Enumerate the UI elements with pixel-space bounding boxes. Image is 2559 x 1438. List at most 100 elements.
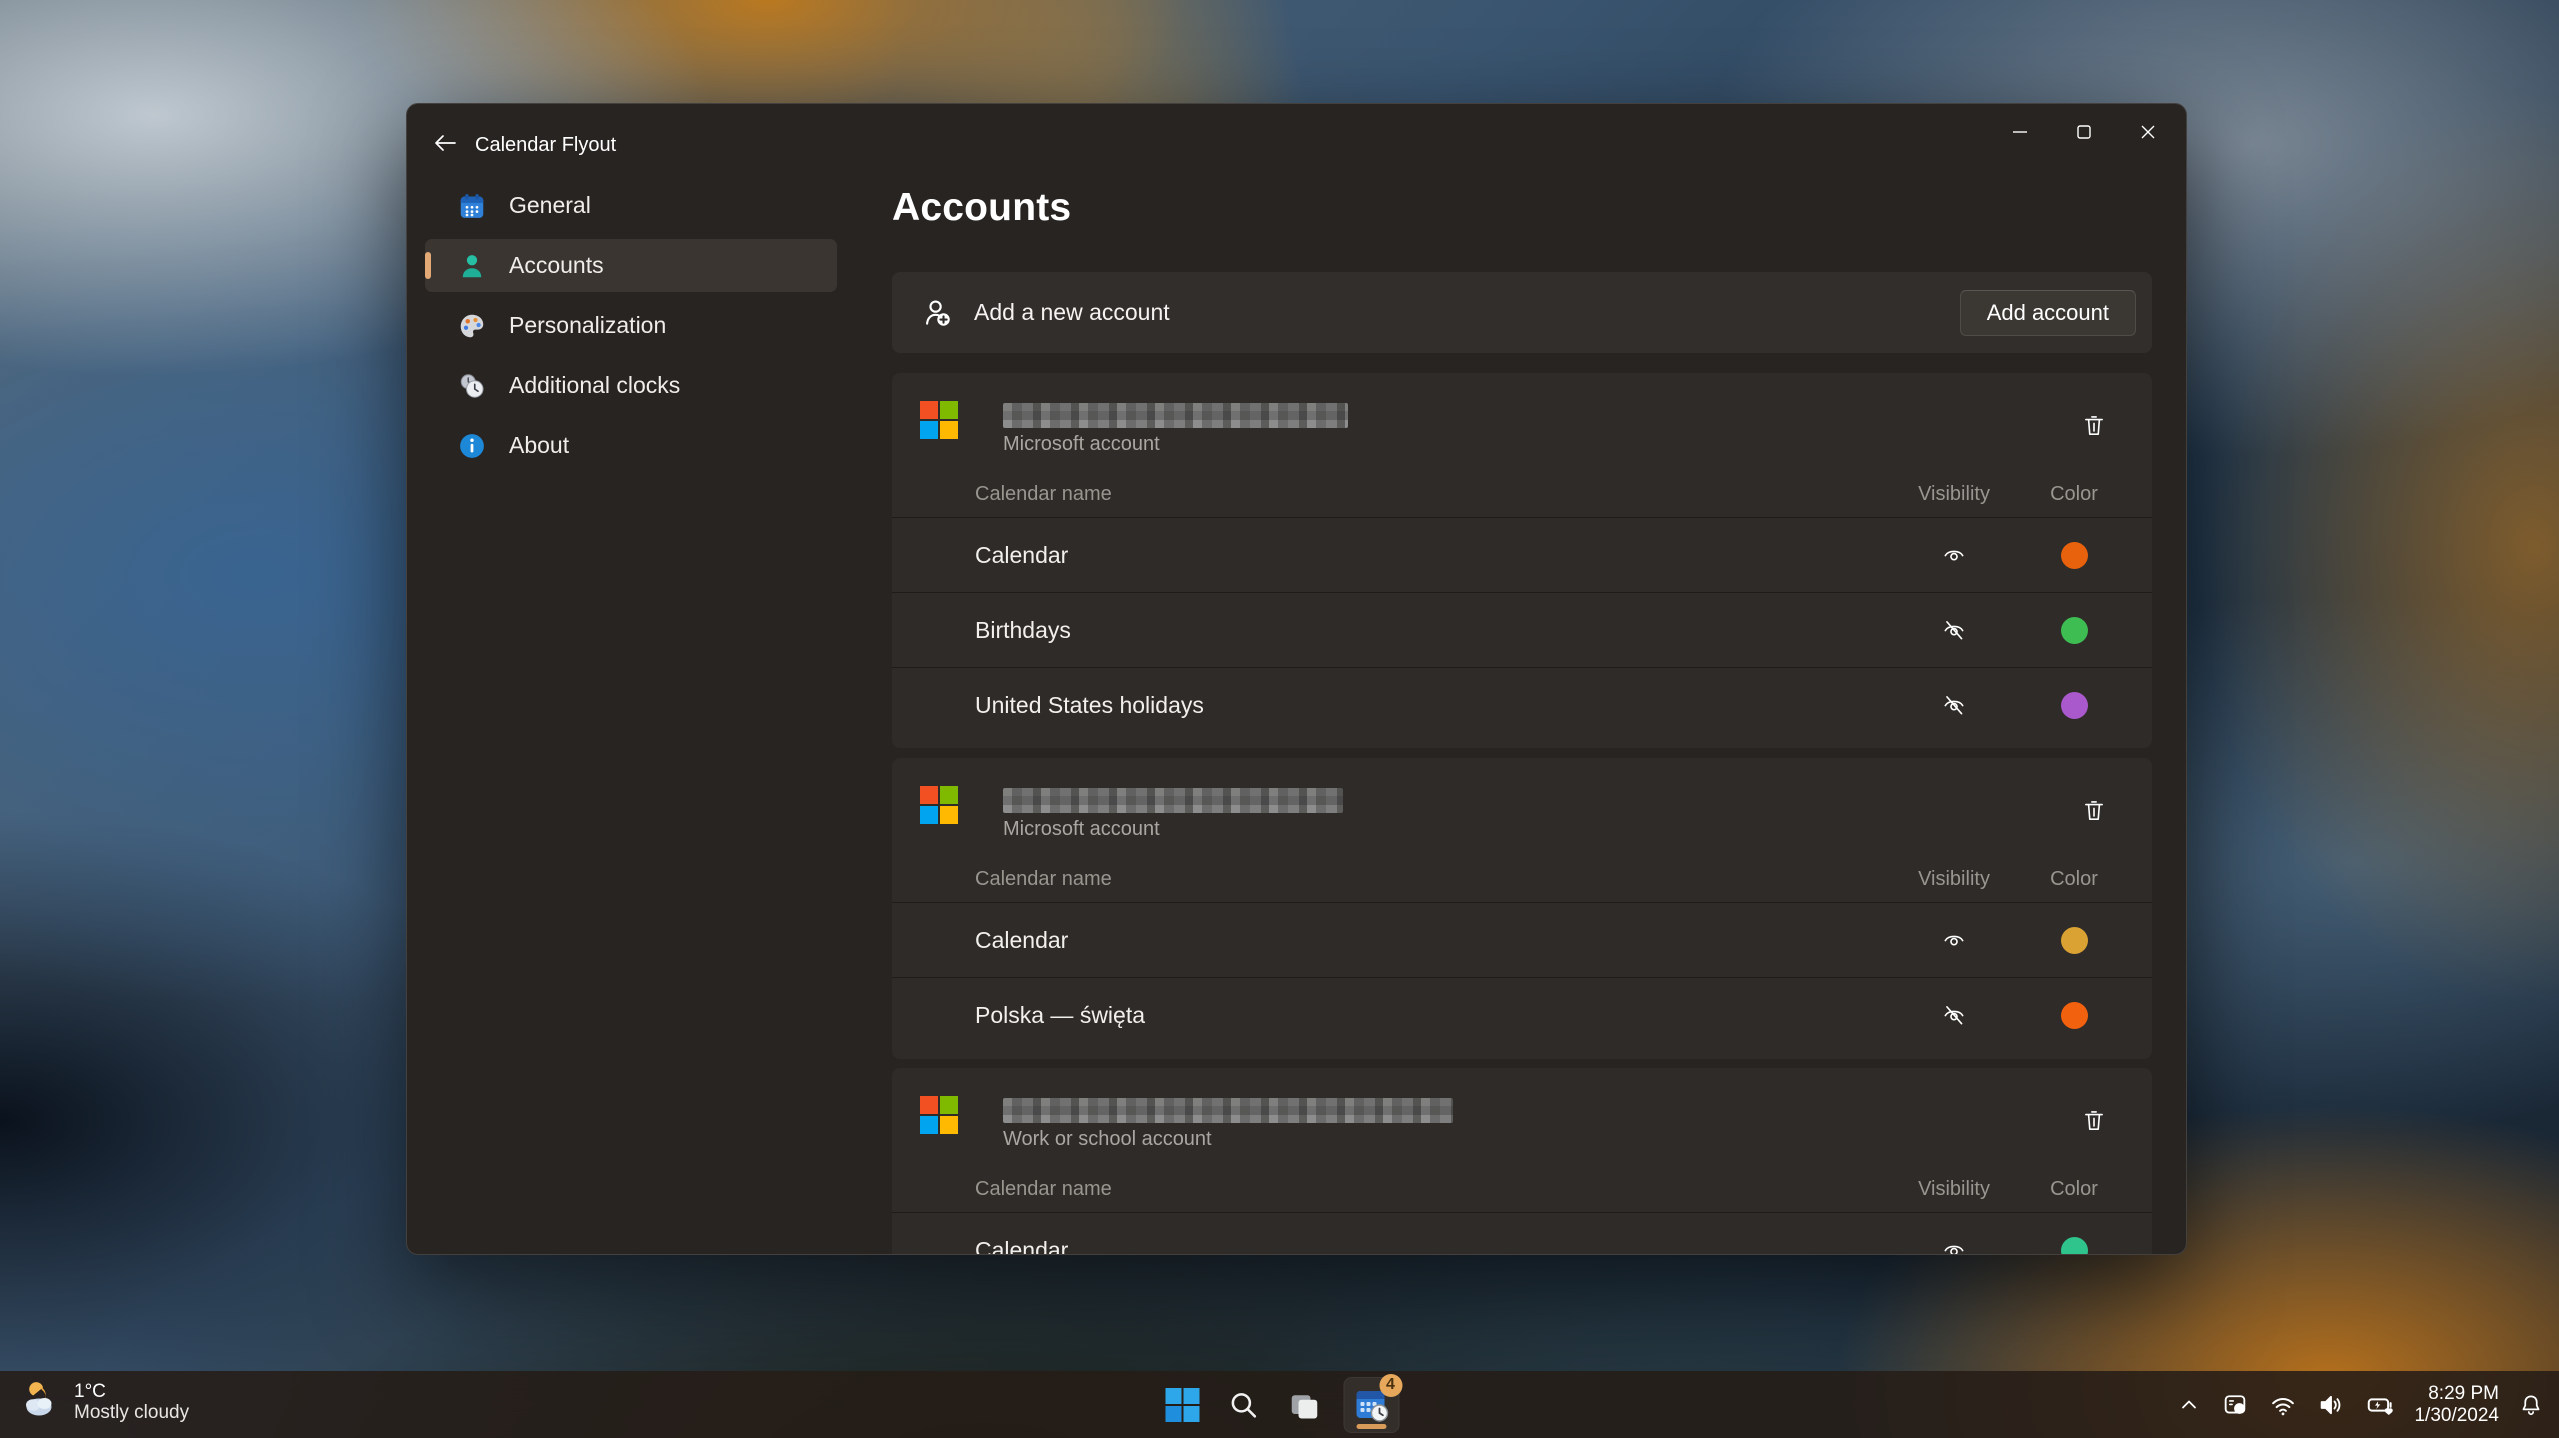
- add-account-button[interactable]: Add account: [1960, 290, 2136, 336]
- calendar-color-dot[interactable]: [2061, 927, 2088, 954]
- trash-icon: [2081, 797, 2107, 823]
- visibility-toggle[interactable]: [1930, 918, 1978, 962]
- info-icon: [457, 431, 487, 461]
- task-view-icon: [1286, 1387, 1322, 1423]
- calendar-row: Birthdays: [892, 592, 2152, 667]
- search-button[interactable]: [1221, 1381, 1265, 1429]
- column-visibility: Visibility: [1902, 868, 2006, 891]
- calendar-row: Calendar: [892, 1212, 2152, 1255]
- sidebar-item-about[interactable]: About: [425, 419, 837, 472]
- column-color: Color: [2022, 483, 2126, 506]
- weather-widget[interactable]: 1°C Mostly cloudy: [10, 1377, 199, 1427]
- calendar-flyout-app-button[interactable]: 4: [1343, 1377, 1399, 1433]
- sidebar-item-label: Personalization: [509, 312, 666, 339]
- settings-sidebar: General Accounts Per: [425, 179, 837, 479]
- column-calendar-name: Calendar name: [975, 1178, 1112, 1201]
- column-visibility: Visibility: [1902, 483, 2006, 506]
- moon-cloud-icon: [20, 1381, 62, 1423]
- sidebar-item-label: Accounts: [509, 252, 604, 279]
- clock[interactable]: 8:29 PM 1/30/2024: [2408, 1383, 2505, 1427]
- start-icon: [1163, 1386, 1201, 1424]
- account-email-redacted: [1003, 788, 1343, 813]
- minimize-button[interactable]: [1988, 110, 2052, 154]
- weather-temperature: 1°C: [74, 1381, 189, 1402]
- account-card: Microsoft account Calendar name Visibili…: [892, 758, 2152, 1059]
- microsoft-logo-icon: [920, 786, 958, 824]
- column-headers: Calendar name Visibility Color: [892, 473, 2152, 517]
- account-header: Microsoft account: [892, 758, 2152, 858]
- minimize-icon: [2011, 123, 2029, 141]
- microsoft-logo-icon: [920, 1096, 958, 1134]
- calendar-row: Calendar: [892, 517, 2152, 592]
- eye-icon: [1941, 1237, 1967, 1255]
- weather-condition: Mostly cloudy: [74, 1402, 189, 1423]
- calendar-color-dot[interactable]: [2061, 542, 2088, 569]
- titlebar: Calendar Flyout: [407, 104, 2186, 168]
- visibility-toggle[interactable]: [1930, 608, 1978, 652]
- sidebar-item-personalization[interactable]: Personalization: [425, 299, 837, 352]
- tray-app-button[interactable]: [2214, 1383, 2256, 1427]
- calendar-name: Calendar: [975, 542, 1068, 569]
- calendar-name: Polska — święta: [975, 1002, 1145, 1029]
- calendar-app-badge: 4: [1379, 1374, 1402, 1397]
- volume-icon: [2317, 1391, 2345, 1419]
- calendar-row: Polska — święta: [892, 977, 2152, 1052]
- notifications-button[interactable]: [2511, 1383, 2551, 1427]
- eye-icon: [1941, 542, 1967, 568]
- delete-account-button[interactable]: [2072, 403, 2116, 447]
- calendar-color-dot[interactable]: [2061, 1002, 2088, 1029]
- column-color: Color: [2022, 868, 2126, 891]
- account-email-redacted: [1003, 403, 1348, 428]
- visibility-toggle[interactable]: [1930, 993, 1978, 1037]
- column-visibility: Visibility: [1902, 1178, 2006, 1201]
- wifi-button[interactable]: [2262, 1383, 2304, 1427]
- person-add-icon: [920, 296, 954, 330]
- column-headers: Calendar name Visibility Color: [892, 858, 2152, 902]
- account-header: Work or school account: [892, 1068, 2152, 1168]
- visibility-toggle[interactable]: [1930, 683, 1978, 727]
- back-button[interactable]: [423, 123, 465, 163]
- system-tray: 8:29 PM 1/30/2024: [2170, 1371, 2551, 1438]
- start-button[interactable]: [1160, 1381, 1204, 1429]
- taskbar-center: 4: [1160, 1371, 1399, 1438]
- calendar-name: Birthdays: [975, 617, 1071, 644]
- account-type: Microsoft account: [1003, 433, 2152, 456]
- calendar-row: Calendar: [892, 902, 2152, 977]
- visibility-toggle[interactable]: [1930, 1228, 1978, 1255]
- calendar-name: United States holidays: [975, 692, 1204, 719]
- sidebar-item-additional-clocks[interactable]: Additional clocks: [425, 359, 837, 412]
- person-icon: [457, 251, 487, 281]
- calendar-flyout-settings-window: Calendar Flyout: [406, 103, 2187, 1255]
- visibility-toggle[interactable]: [1930, 533, 1978, 577]
- trash-icon: [2081, 412, 2107, 438]
- close-icon: [2139, 123, 2157, 141]
- maximize-button[interactable]: [2052, 110, 2116, 154]
- calendar-color-dot[interactable]: [2061, 692, 2088, 719]
- palette-icon: [457, 311, 487, 341]
- account-card: Microsoft account Calendar name Visibili…: [892, 373, 2152, 748]
- battery-saver-icon: [2365, 1390, 2395, 1420]
- battery-saver-button[interactable]: [2358, 1383, 2402, 1427]
- sidebar-item-accounts[interactable]: Accounts: [425, 239, 837, 292]
- tray-app-icon: [2221, 1391, 2249, 1419]
- search-icon: [1226, 1388, 1260, 1422]
- close-button[interactable]: [2116, 110, 2180, 154]
- trash-icon: [2081, 1107, 2107, 1133]
- delete-account-button[interactable]: [2072, 788, 2116, 832]
- clock-time: 8:29 PM: [2414, 1383, 2499, 1405]
- column-calendar-name: Calendar name: [975, 868, 1112, 891]
- calendar-color-dot[interactable]: [2061, 617, 2088, 644]
- sidebar-item-label: About: [509, 432, 569, 459]
- delete-account-button[interactable]: [2072, 1098, 2116, 1142]
- back-arrow-icon: [432, 131, 456, 155]
- calendar-color-dot[interactable]: [2061, 1237, 2088, 1255]
- volume-button[interactable]: [2310, 1383, 2352, 1427]
- bell-icon: [2518, 1392, 2544, 1418]
- task-view-button[interactable]: [1282, 1381, 1326, 1429]
- chevron-up-icon: [2177, 1393, 2201, 1417]
- eye-off-icon: [1941, 692, 1967, 718]
- sidebar-item-general[interactable]: General: [425, 179, 837, 232]
- microsoft-logo-icon: [920, 401, 958, 439]
- maximize-icon: [2075, 123, 2093, 141]
- tray-overflow-button[interactable]: [2170, 1383, 2208, 1427]
